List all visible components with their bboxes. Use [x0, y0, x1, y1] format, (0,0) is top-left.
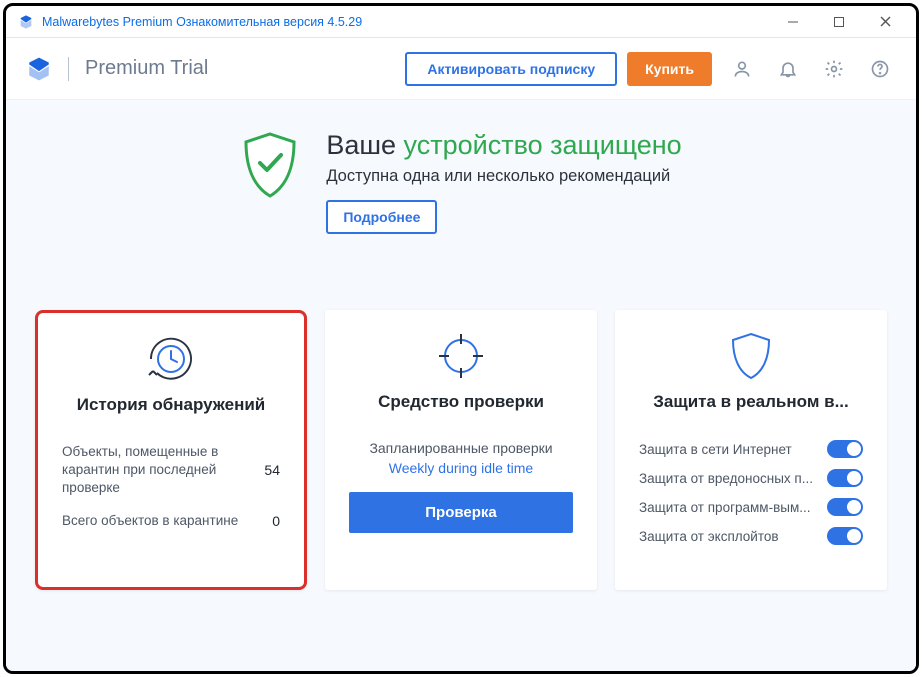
help-icon[interactable] — [864, 53, 896, 85]
vertical-divider — [68, 57, 69, 81]
gear-icon[interactable] — [818, 53, 850, 85]
scanner-title: Средство проверки — [349, 392, 573, 440]
toggle-switch[interactable] — [827, 440, 863, 458]
status-highlight: устройство защищено — [404, 130, 682, 160]
history-card[interactable]: История обнаружений Объекты, помещенные … — [35, 310, 307, 590]
activate-subscription-button[interactable]: Активировать подписку — [405, 52, 617, 86]
toggle-switch[interactable] — [827, 527, 863, 545]
status-prefix: Ваше — [326, 130, 396, 160]
protection-card[interactable]: Защита в реальном в... Защита в сети Инт… — [615, 310, 887, 590]
history-row1-value: 54 — [264, 462, 280, 478]
toggle-row: Защита от программ-вым... — [639, 498, 863, 516]
header-title: Premium Trial — [85, 57, 395, 80]
protection-icon — [639, 316, 863, 392]
history-title: История обнаружений — [62, 395, 280, 443]
toggle-switch[interactable] — [827, 469, 863, 487]
main-content: Ваше устройство защищено Доступна одна и… — [6, 100, 916, 671]
toggle-label: Защита от программ-вым... — [639, 500, 810, 515]
history-row1-label: Объекты, помещенные в карантин при после… — [62, 443, 232, 498]
cards-row: История обнаружений Объекты, помещенные … — [30, 310, 892, 590]
scanner-card[interactable]: Средство проверки Запланированные провер… — [325, 310, 597, 590]
scan-button[interactable]: Проверка — [349, 492, 573, 533]
header: Premium Trial Активировать подписку Купи… — [6, 38, 916, 100]
schedule-link[interactable]: Weekly during idle time — [349, 460, 573, 476]
history-row2-label: Всего объектов в карантине — [62, 512, 238, 530]
account-icon[interactable] — [726, 53, 758, 85]
window-title: Malwarebytes Premium Ознакомительная вер… — [42, 15, 770, 29]
toggle-row: Защита в сети Интернет — [639, 440, 863, 458]
toggle-switch[interactable] — [827, 498, 863, 516]
app-icon — [18, 14, 34, 30]
history-icon — [62, 319, 280, 395]
bell-icon[interactable] — [772, 53, 804, 85]
scanner-icon — [349, 316, 573, 392]
app-window: Malwarebytes Premium Ознакомительная вер… — [3, 3, 919, 674]
status-heading: Ваше устройство защищено — [326, 130, 681, 161]
logo-icon — [26, 56, 52, 82]
buy-button[interactable]: Купить — [627, 52, 712, 86]
close-button[interactable] — [862, 6, 908, 38]
titlebar: Malwarebytes Premium Ознакомительная вер… — [6, 6, 916, 38]
scheduled-scan-label: Запланированные проверки — [349, 440, 573, 456]
shield-icon — [240, 130, 300, 200]
history-row2-value: 0 — [272, 513, 280, 529]
toggle-row: Защита от эксплойтов — [639, 527, 863, 545]
minimize-button[interactable] — [770, 6, 816, 38]
details-button[interactable]: Подробнее — [326, 200, 437, 234]
protection-title: Защита в реальном в... — [639, 392, 863, 440]
status-block: Ваше устройство защищено Доступна одна и… — [30, 130, 892, 234]
toggle-label: Защита от вредоносных п... — [639, 471, 813, 486]
maximize-button[interactable] — [816, 6, 862, 38]
status-subtitle: Доступна одна или несколько рекомендаций — [326, 167, 681, 186]
toggle-row: Защита от вредоносных п... — [639, 469, 863, 487]
toggle-label: Защита от эксплойтов — [639, 529, 779, 544]
toggle-label: Защита в сети Интернет — [639, 442, 792, 457]
